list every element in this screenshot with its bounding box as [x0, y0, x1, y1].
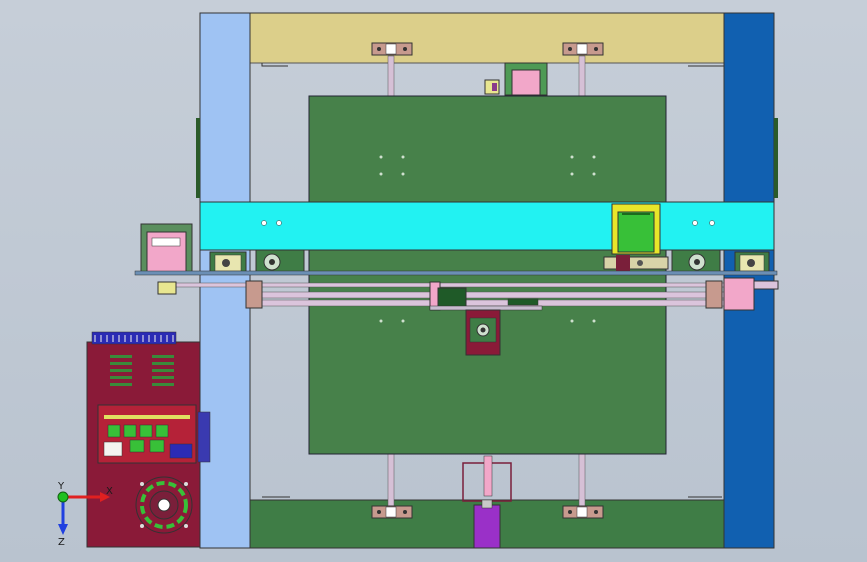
extruder-head — [465, 309, 501, 356]
rod-block-top-left — [371, 42, 413, 56]
gantry-beam — [199, 201, 775, 251]
right-rail-mount — [774, 118, 778, 198]
belt-tensioner — [157, 281, 177, 295]
x-rod-end-left — [245, 280, 263, 309]
guide-rod-top-right — [578, 55, 586, 97]
controller-box — [86, 331, 211, 548]
rod-block-top-right — [562, 42, 604, 56]
x-motor — [723, 277, 755, 311]
rod-block-bottom-left — [371, 505, 413, 519]
cad-assembly-drawing: X Y Z — [57, 12, 779, 549]
cad-viewport[interactable]: X Y Z — [0, 0, 867, 562]
cooling-fan — [135, 476, 193, 534]
pulley-center-right — [671, 249, 721, 275]
x-rod-1 — [245, 291, 725, 299]
z-axis-label: Z — [58, 537, 65, 548]
rod-block-bottom-right — [562, 505, 604, 519]
top-plate — [249, 12, 725, 64]
pulley-center-left — [255, 249, 305, 275]
x-rod-2 — [245, 299, 725, 307]
guide-rod-bottom-right — [578, 453, 586, 510]
guide-rod-bottom-left — [387, 453, 395, 510]
pulley-right — [734, 251, 770, 275]
control-board — [97, 404, 211, 464]
left-rail-mount — [196, 118, 200, 198]
belt-y — [134, 270, 778, 276]
left-rail — [199, 12, 251, 549]
y-axis-dot — [57, 491, 69, 503]
x-axis-label: X — [106, 486, 113, 497]
y-axis-motor-top — [484, 62, 548, 96]
x-rod-end-right — [705, 280, 723, 309]
guide-rod-top-left — [387, 55, 395, 97]
gantry-motor-right — [603, 203, 669, 271]
y-axis-label: Y — [57, 481, 65, 492]
gantry-motor-left — [140, 223, 193, 273]
belt-end — [751, 280, 779, 290]
pulley-left — [209, 251, 247, 275]
